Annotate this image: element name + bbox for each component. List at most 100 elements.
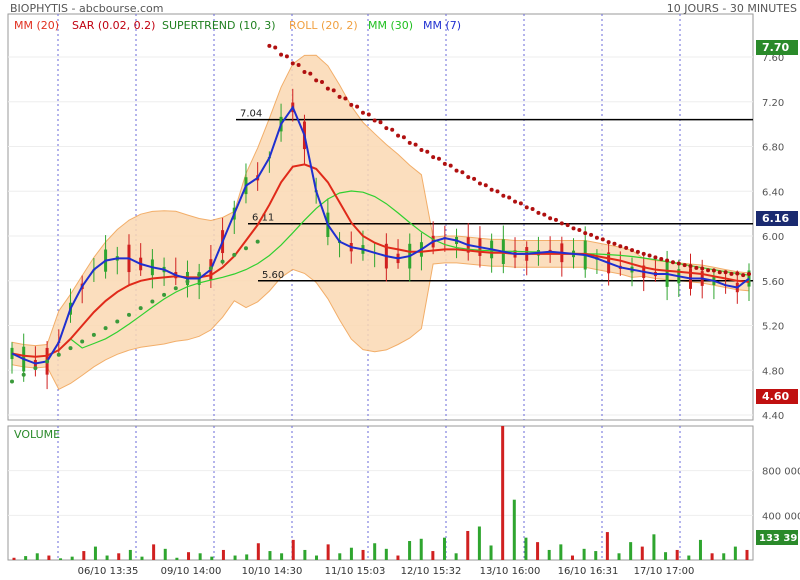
volume-bar [710,553,714,560]
chart-period: 10 JOURS - 30 MINUTES [667,2,797,15]
sar-dot [612,241,617,246]
volume-bar [233,555,237,560]
sar-dot [489,187,494,192]
x-tick-label: 10/10 14:30 [242,566,303,577]
volume-bar [675,549,679,560]
legend-sar: SAR (0.02, 0.2) [72,19,155,32]
sar-dot [138,306,143,311]
volume-bar [245,554,249,560]
volume-bar [221,549,225,560]
x-tick-label: 16/10 16:31 [558,566,619,577]
sar-dot [600,237,605,242]
sar-dot [641,251,646,256]
volume-bar [594,551,598,560]
y-tick-label: 6.40 [762,187,784,198]
volume-bar [722,553,726,560]
sar-dot [659,257,664,262]
y-tick-label: 7.20 [762,98,784,109]
sar-dot [635,249,640,254]
sar-dot [565,223,570,228]
sar-dot [507,195,512,200]
volume-bar [454,553,458,560]
sar-dot [267,43,272,48]
sar-dot [302,69,307,74]
sar-dot [33,366,38,371]
sar-dot [653,255,658,260]
volume-panel [7,425,754,561]
volume-bar [59,558,63,560]
sar-dot [442,161,447,166]
volume-bar [745,549,749,560]
badge-high-text: 7.70 [762,41,789,54]
sar-dot [126,312,131,317]
sar-dot [741,273,746,278]
volume-bar [291,539,295,560]
sar-dot [729,271,734,276]
sar-dot [208,266,213,271]
sar-dot [320,80,325,85]
x-tick-label: 17/10 17:00 [634,566,695,577]
x-tick-label: 13/10 16:00 [480,566,541,577]
volume-bar [315,555,319,560]
sar-dot [618,244,623,249]
sar-dot [460,170,465,175]
sar-dot [56,352,61,357]
volume-bar [12,557,16,560]
y-tick-label: 4.80 [762,366,784,377]
sar-dot [735,271,740,276]
sar-dot [665,258,670,263]
volume-bar [128,549,132,560]
sar-dot [372,118,377,123]
sar-dot [483,183,488,188]
legend-mm20: MM (20) [14,19,59,32]
volume-bar [198,553,202,560]
volume-bar [652,534,656,560]
volume-bar [687,555,691,560]
sar-dot [571,226,576,231]
sar-dot [384,126,389,131]
sar-dot [518,201,523,206]
x-tick-label: 06/10 13:35 [78,566,139,577]
volume-bar [117,553,121,560]
x-tick-label: 12/10 15:32 [401,566,462,577]
sar-dot [396,133,401,138]
volume-bar [617,553,621,560]
sar-dot [594,235,599,240]
sar-dot [688,264,693,269]
y-tick-label: 5.20 [762,322,784,333]
sar-dot [472,176,477,181]
sar-dot [700,266,705,271]
sar-dot [360,110,365,115]
sar-dot [682,263,687,268]
sar-dot [676,261,681,266]
sar-dot [577,228,582,233]
y-tick-label: 5.60 [762,277,784,288]
volume-bar [105,555,109,560]
volume-bar [361,549,365,560]
sar-dot [308,71,313,76]
sar-dot [173,286,178,291]
volume-bar [419,538,423,560]
sar-dot [413,142,418,147]
sar-dot [273,45,278,50]
sar-dot [349,102,354,107]
sar-dot [290,61,295,66]
sar-dot [706,268,711,273]
sar-dot [553,217,558,222]
sar-dot [524,205,529,210]
sar-dot [91,332,96,337]
volume-bar [512,499,516,560]
sar-dot [220,259,225,264]
volume-bar [268,551,272,560]
volume-bar [489,545,493,560]
sar-dot [559,221,564,226]
sar-dot [197,272,202,277]
volume-bar [524,537,528,560]
sar-dot [296,63,301,68]
volume-bar [210,556,214,560]
level-label: 7.04 [240,109,262,120]
sar-dot [80,339,85,344]
volume-bar [605,532,609,560]
sar-dot [378,120,383,125]
sar-dot [548,216,553,221]
